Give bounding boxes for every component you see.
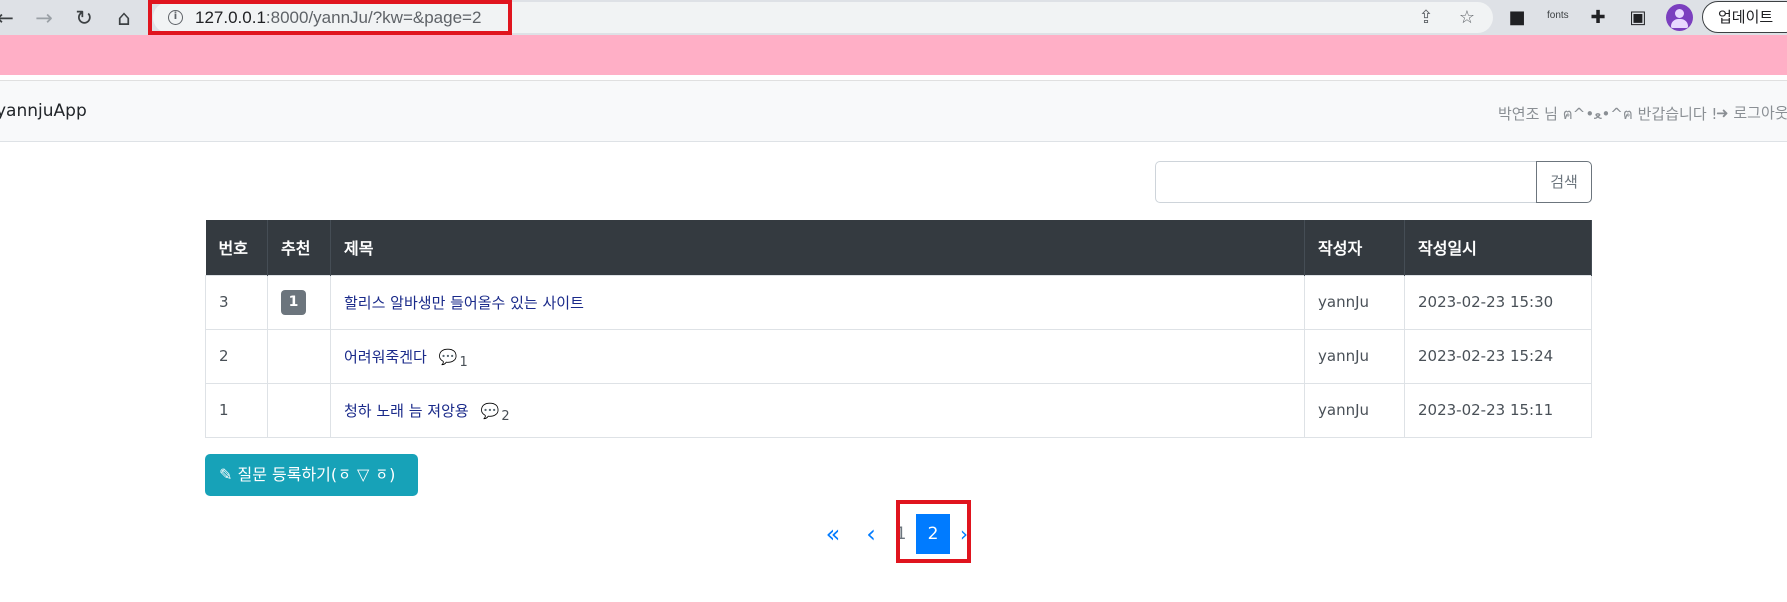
row-number: 2: [205, 328, 268, 384]
question-table: 번호 추천 제목 작성자 작성일시 3 1 할리스 알바생만 들어올수 있는 사…: [205, 220, 1592, 438]
row-recommend: 1: [267, 274, 331, 330]
pagination-first[interactable]: «: [820, 514, 846, 554]
video-camera-icon[interactable]: ■: [1505, 6, 1529, 30]
register-label: 질문 등록하기(ㆆ ▽ ㆆ): [237, 465, 396, 484]
row-author: yannJu: [1304, 382, 1405, 438]
side-panel-icon[interactable]: ▣: [1626, 6, 1650, 30]
header-date: 작성일시: [1404, 220, 1592, 275]
pagination-prev[interactable]: ‹: [860, 514, 882, 554]
register-question-button[interactable]: ✎ 질문 등록하기(ㆆ ▽ ㆆ): [205, 454, 418, 496]
header-author: 작성자: [1304, 220, 1405, 275]
fonts-extension-icon[interactable]: fonts: [1547, 10, 1569, 21]
row-date: 2023-02-23 15:30: [1404, 274, 1592, 330]
greeting-text: 박연조 님 ฅ^•ﻌ•^ฅ 반갑습니다 !: [1498, 105, 1718, 123]
row-subject: 어려워죽겐다 💬 1: [330, 328, 1305, 384]
table-row: 3 1 할리스 알바생만 들어올수 있는 사이트 yannJu 2023-02-…: [205, 274, 1592, 330]
subject-link[interactable]: 어려워죽겐다: [344, 348, 427, 366]
header-number: 번호: [205, 220, 268, 275]
comment-count: 1: [459, 354, 468, 370]
header-subject: 제목: [330, 220, 1305, 275]
logout-link[interactable]: ➜ 로그아웃: [1716, 102, 1787, 123]
reload-icon[interactable]: ↻: [71, 5, 97, 31]
profile-avatar[interactable]: [1666, 4, 1693, 31]
brand-link[interactable]: yannjuApp: [0, 101, 87, 121]
row-date: 2023-02-23 15:24: [1404, 328, 1592, 384]
row-author: yannJu: [1304, 328, 1405, 384]
row-subject: 청하 노래 늠 져앙용 💬 2: [330, 382, 1305, 438]
subject-link[interactable]: 청하 노래 늠 져앙용: [344, 402, 469, 420]
comment-icon: 💬: [480, 401, 500, 420]
back-icon[interactable]: ←: [0, 5, 18, 31]
row-recommend: [267, 382, 331, 438]
search-button[interactable]: 검색: [1536, 161, 1592, 203]
table-row: 1 청하 노래 늠 져앙용 💬 2 yannJu 2023-02-23 15:11: [205, 382, 1592, 438]
share-icon[interactable]: ⇪: [1414, 6, 1438, 30]
pink-banner: [0, 35, 1787, 75]
subject-link[interactable]: 할리스 알바생만 들어올수 있는 사이트: [344, 294, 584, 312]
table-row: 2 어려워죽겐다 💬 1 yannJu 2023-02-23 15:24: [205, 328, 1592, 384]
search-input[interactable]: [1155, 161, 1537, 203]
row-author: yannJu: [1304, 274, 1405, 330]
bookmark-star-icon[interactable]: ☆: [1455, 6, 1479, 30]
row-number: 3: [205, 274, 268, 330]
update-button[interactable]: 업데이트: [1702, 1, 1787, 33]
pagination-highlight-box: [896, 500, 971, 563]
recommend-badge: 1: [281, 289, 306, 315]
extensions-puzzle-icon[interactable]: ✚: [1586, 6, 1610, 30]
pencil-icon: ✎: [219, 465, 233, 484]
table-header-row: 번호 추천 제목 작성자 작성일시: [205, 220, 1592, 275]
forward-icon[interactable]: →: [31, 5, 57, 31]
header-recommend: 추천: [267, 220, 331, 275]
logout-label: 로그아웃: [1733, 104, 1787, 122]
home-icon[interactable]: ⌂: [111, 5, 137, 31]
browser-toolbar: ← → ↻ ⌂ i 127.0.0.1:8000/yannJu/?kw=&pag…: [0, 0, 1787, 35]
url-highlight-box: [148, 0, 512, 35]
comment-count: 2: [501, 408, 510, 424]
row-subject: 할리스 알바생만 들어올수 있는 사이트: [330, 274, 1305, 330]
comment-icon: 💬: [438, 347, 458, 366]
row-date: 2023-02-23 15:11: [1404, 382, 1592, 438]
row-recommend: [267, 328, 331, 384]
row-number: 1: [205, 382, 268, 438]
app-navbar: yannjuApp 박연조 님 ฅ^•ﻌ•^ฅ 반갑습니다 ! ➜ 로그아웃: [0, 80, 1787, 142]
sign-out-icon: ➜: [1716, 104, 1729, 122]
